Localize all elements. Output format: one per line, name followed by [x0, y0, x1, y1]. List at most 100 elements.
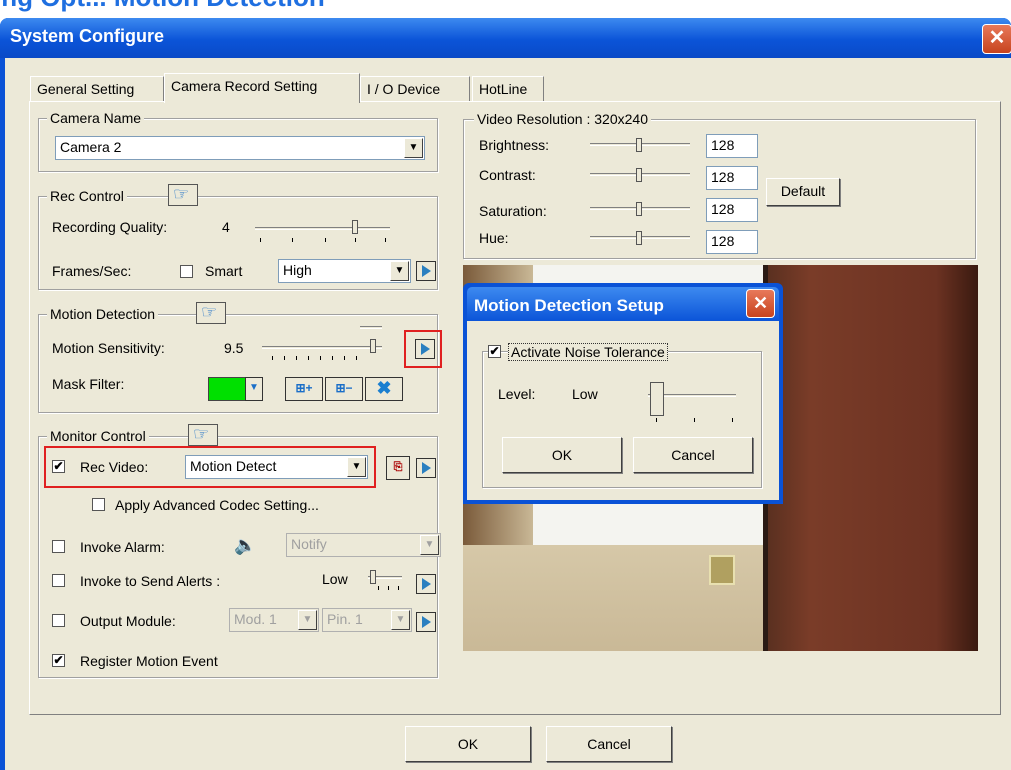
- slider-tick: [732, 418, 733, 422]
- motion-sensitivity-label: Motion Sensitivity:: [52, 340, 165, 356]
- slider-tick: [332, 356, 333, 360]
- camera-name-select[interactable]: Camera 2 ▼: [55, 136, 425, 160]
- chevron-down-icon[interactable]: ▼: [390, 261, 409, 281]
- output-arrow-icon[interactable]: [416, 612, 436, 632]
- slider-thumb[interactable]: [636, 168, 642, 182]
- mask-clear-icon[interactable]: ✖: [365, 377, 403, 401]
- register-motion-checkbox[interactable]: ✔: [52, 654, 65, 667]
- hue-input[interactable]: 128: [706, 230, 758, 254]
- rec-video-arrow-icon[interactable]: [416, 458, 436, 478]
- contrast-label: Contrast:: [479, 167, 536, 183]
- motion-sensitivity-slider[interactable]: [262, 320, 382, 364]
- monitor-control-group-label: Monitor Control: [47, 428, 149, 444]
- contrast-input[interactable]: 128: [706, 166, 758, 190]
- slider-tick: [388, 586, 389, 590]
- rec-video-checkbox[interactable]: ✔: [52, 460, 65, 473]
- send-alerts-checkbox[interactable]: [52, 574, 65, 587]
- chevron-down-icon[interactable]: ▼: [347, 457, 366, 477]
- slider-tick: [284, 356, 285, 360]
- motion-setup-arrow-icon[interactable]: [415, 339, 435, 359]
- chevron-down-icon[interactable]: ▼: [420, 535, 439, 555]
- saturation-slider[interactable]: [590, 200, 690, 218]
- motion-sensitivity-value: 9.5: [224, 340, 244, 356]
- slider-tick: [325, 238, 326, 242]
- motion-detection-hand-icon[interactable]: [196, 302, 226, 324]
- brightness-label: Brightness:: [479, 137, 550, 153]
- cancel-button[interactable]: Cancel: [546, 726, 672, 762]
- chevron-down-icon[interactable]: ▼: [245, 377, 263, 401]
- motion-setup-close-button[interactable]: ✕: [746, 289, 775, 318]
- slider-tick: [292, 238, 293, 242]
- slider-thumb[interactable]: [370, 570, 376, 584]
- slider-thumb[interactable]: [650, 382, 664, 416]
- alerts-level-value: Low: [322, 571, 348, 587]
- monitor-control-hand-icon[interactable]: [188, 424, 218, 446]
- close-button[interactable]: ✕: [982, 24, 1011, 54]
- slider-tick: [320, 356, 321, 360]
- output-module-checkbox[interactable]: [52, 614, 65, 627]
- output-pin-select[interactable]: Pin. 1 ▼: [322, 608, 412, 632]
- mask-filter-label: Mask Filter:: [52, 376, 125, 392]
- video-door: [768, 265, 978, 651]
- contrast-slider[interactable]: [590, 166, 690, 184]
- slider-tick: [694, 418, 695, 422]
- invoke-alarm-checkbox[interactable]: [52, 540, 65, 553]
- slider-tick: [385, 238, 386, 242]
- video-wall-plate: [709, 555, 735, 585]
- recording-quality-value: 4: [222, 219, 230, 235]
- tab-io-device[interactable]: I / O Device: [360, 76, 470, 102]
- slider-tick: [308, 356, 309, 360]
- hue-slider[interactable]: [590, 229, 690, 247]
- tab-hotline[interactable]: HotLine: [472, 76, 544, 102]
- mask-add-icon[interactable]: ⊞+: [285, 377, 323, 401]
- slider-thumb[interactable]: [636, 202, 642, 216]
- mask-remove-icon[interactable]: ⊞−: [325, 377, 363, 401]
- speaker-icon: 🔈: [234, 535, 257, 555]
- level-label: Level:: [498, 386, 536, 402]
- slider-thumb[interactable]: [636, 138, 642, 152]
- brightness-input[interactable]: 128: [706, 134, 758, 158]
- slider-track: [255, 227, 390, 230]
- slider-thumb[interactable]: [370, 339, 376, 353]
- frames-per-sec-select[interactable]: High ▼: [278, 259, 411, 283]
- chevron-down-icon[interactable]: ▼: [391, 610, 410, 630]
- motion-setup-ok-button[interactable]: OK: [502, 437, 622, 473]
- output-mod-value: Mod. 1: [234, 611, 277, 627]
- tab-camera-record-setting[interactable]: Camera Record Setting: [164, 73, 360, 103]
- motion-setup-cancel-button[interactable]: Cancel: [633, 437, 753, 473]
- slider-thumb[interactable]: [352, 220, 358, 234]
- rec-video-value: Motion Detect: [190, 458, 277, 474]
- record-icon[interactable]: ⎘: [386, 456, 410, 480]
- saturation-input[interactable]: 128: [706, 198, 758, 222]
- chevron-down-icon[interactable]: ▼: [298, 610, 317, 630]
- recording-quality-slider[interactable]: [255, 216, 390, 244]
- fps-play-arrow-icon[interactable]: [416, 261, 436, 281]
- slider-tick: [356, 356, 357, 360]
- smart-label: Smart: [205, 263, 243, 279]
- alerts-arrow-icon[interactable]: [416, 574, 436, 594]
- tab-general-setting[interactable]: General Setting: [30, 76, 164, 102]
- saturation-label: Saturation:: [479, 203, 547, 219]
- noise-tolerance-checkbox[interactable]: ✔: [488, 345, 501, 358]
- slider-tick: [344, 356, 345, 360]
- slider-tick: [355, 238, 356, 242]
- default-button[interactable]: Default: [766, 178, 840, 206]
- alerts-level-slider[interactable]: [368, 566, 404, 592]
- slider-thumb[interactable]: [636, 231, 642, 245]
- slider-tick: [398, 586, 399, 590]
- page-heading: ing Opt... Motion Detection: [0, 0, 325, 13]
- slider-tick: [378, 586, 379, 590]
- mask-color-swatch[interactable]: [208, 377, 246, 401]
- noise-level-slider[interactable]: [648, 378, 736, 424]
- output-mod-select[interactable]: Mod. 1 ▼: [229, 608, 319, 632]
- advanced-codec-checkbox[interactable]: [92, 498, 105, 511]
- rec-video-select[interactable]: Motion Detect ▼: [185, 455, 368, 479]
- brightness-slider[interactable]: [590, 136, 690, 154]
- rec-control-hand-icon[interactable]: [168, 184, 198, 206]
- chevron-down-icon[interactable]: ▼: [404, 138, 423, 158]
- noise-tolerance-label[interactable]: Activate Noise Tolerance: [508, 343, 668, 361]
- alarm-select[interactable]: Notify ▼: [286, 533, 441, 557]
- ok-button[interactable]: OK: [405, 726, 531, 762]
- smart-checkbox[interactable]: [180, 265, 193, 278]
- camera-name-group-label: Camera Name: [47, 110, 145, 126]
